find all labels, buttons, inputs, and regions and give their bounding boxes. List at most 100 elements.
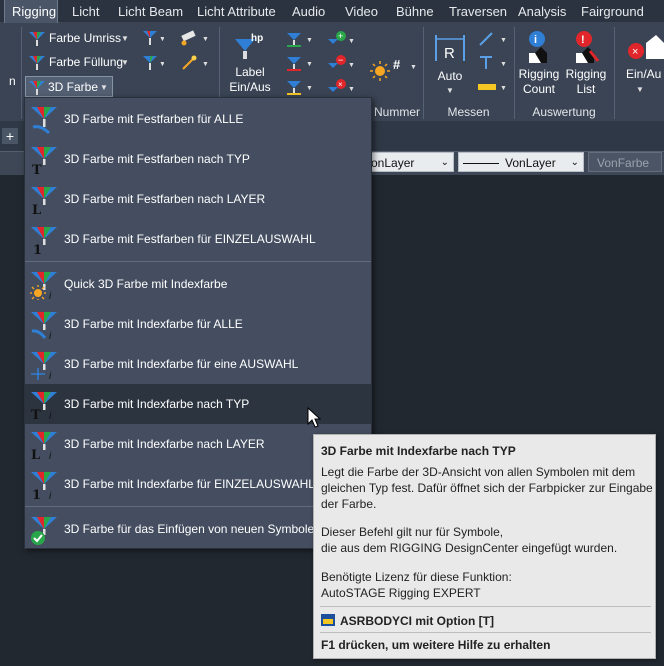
svg-text:▼: ▼	[202, 36, 209, 43]
ein-aus-button[interactable]: × Ein/Au ▼	[618, 27, 664, 101]
ribbon-separator	[614, 27, 615, 119]
tab-fairground[interactable]: Fairground	[581, 0, 644, 23]
small-tools-column-4: + ▼ − ▼ × ▼	[326, 27, 358, 101]
dropdown-arrow-icon: ▼	[636, 85, 644, 94]
label-icon: hp	[235, 33, 263, 59]
panel-label-auswertung: Auswertung	[515, 104, 613, 121]
color-type-icon: T	[31, 147, 57, 175]
chevron-down-icon: ⌄	[570, 157, 579, 168]
measure-tools-column: ▼ ▼ ▼	[476, 27, 510, 101]
measure-vertical-icon[interactable]: ▼	[476, 53, 510, 73]
svg-text:▼: ▼	[348, 86, 355, 93]
tab-audio[interactable]: Audio	[292, 0, 325, 23]
tab-licht-beam[interactable]: Licht Beam	[118, 0, 183, 23]
tab-analysis[interactable]: Analysis	[518, 0, 566, 23]
number-sun-icon[interactable]: # ▼	[368, 55, 420, 85]
layer-combo[interactable]: onLayer ⌄	[368, 152, 454, 172]
dropdown-arrow-icon: ▼	[446, 86, 454, 95]
svg-text:−: −	[338, 55, 343, 65]
tooltip-command: ASRBODYCI mit Option [T]	[340, 614, 494, 628]
add-number-icon[interactable]: +▼	[326, 29, 358, 49]
tooltip-divider	[320, 632, 651, 633]
mouse-cursor-icon	[307, 407, 321, 428]
tab-licht[interactable]: Licht	[72, 0, 99, 23]
tab-rigging[interactable]: Rigging	[4, 0, 58, 23]
tooltip-help: F1 drücken, um weitere Hilfe zu erhalten	[321, 638, 551, 652]
rigging-count-icon: i	[529, 31, 547, 63]
menu-item-festfarben-alle[interactable]: 3D Farbe mit Festfarben für ALLE	[25, 99, 371, 139]
measure-diagonal-icon[interactable]: ▼	[476, 29, 510, 49]
color-combo: VonFarbe	[588, 152, 662, 172]
linetype-combo[interactable]: VonLayer ⌄	[458, 152, 584, 172]
svg-text:i: i	[49, 291, 52, 300]
eraser-icon[interactable]: ▼	[178, 29, 210, 47]
svg-text:i: i	[49, 491, 52, 500]
menu-item-festfarben-typ[interactable]: T 3D Farbe mit Festfarben nach TYP	[25, 139, 371, 179]
tab-licht-attribute[interactable]: Licht Attribute	[197, 0, 276, 23]
delete-number-icon[interactable]: ×▼	[326, 77, 358, 97]
color-3d-icon	[29, 81, 45, 95]
menu-item-festfarben-einzelauswahl[interactable]: 1 3D Farbe mit Festfarben für EINZELAUSW…	[25, 219, 371, 259]
svg-text:T: T	[31, 408, 41, 420]
menu-item-quick-indexfarbe[interactable]: i Quick 3D Farbe mit Indexfarbe	[25, 264, 371, 304]
menu-item-indexfarbe-alle[interactable]: i 3D Farbe mit Indexfarbe für ALLE	[25, 304, 371, 344]
svg-text:#: #	[393, 57, 401, 72]
measure-r-icon: R	[435, 35, 465, 62]
color-label-icon[interactable]: ▼	[284, 77, 316, 97]
svg-text:▼: ▼	[500, 85, 507, 92]
tab-traversen[interactable]: Traversen	[449, 0, 507, 23]
menu-item-festfarben-layer[interactable]: L 3D Farbe mit Festfarben nach LAYER	[25, 179, 371, 219]
panel-label-nummer: Nummer	[372, 104, 422, 121]
menu-separator	[25, 261, 371, 262]
farbe-3d-button[interactable]: 3D Farbe ▼	[25, 76, 113, 97]
chevron-down-icon: ⌄	[440, 157, 449, 168]
small-tools-column-2: ▼ ▼	[178, 27, 210, 97]
svg-text:R: R	[444, 45, 455, 62]
svg-text:L: L	[31, 448, 40, 460]
color-label-icon[interactable]: ▼	[284, 53, 316, 73]
wand-icon[interactable]: ▼	[178, 54, 210, 72]
tab-buehne[interactable]: Bühne	[396, 0, 434, 23]
svg-text:▼: ▼	[306, 37, 313, 44]
farbe-fuellung-button[interactable]: Farbe Füllung ▼	[25, 52, 129, 72]
remove-number-icon[interactable]: −▼	[326, 53, 358, 73]
rigging-count-button[interactable]: i Rigging Count	[516, 27, 562, 101]
line-preview	[463, 163, 499, 165]
svg-text:×: ×	[632, 46, 638, 58]
tab-video[interactable]: Video	[345, 0, 378, 23]
color-outline-icon	[29, 32, 45, 46]
index-color-single-icon: 1i	[31, 472, 57, 500]
new-tab-plus-icon[interactable]: +	[2, 128, 18, 144]
svg-text:▼: ▼	[348, 62, 355, 69]
tooltip-license-label: Benötigte Lizenz für diese Funktion:	[321, 570, 512, 584]
rigging-list-button[interactable]: ! Rigging List	[563, 27, 609, 101]
svg-text:1: 1	[33, 243, 42, 255]
svg-text:▼: ▼	[202, 61, 209, 68]
color-tool-icon[interactable]: ▼	[140, 54, 164, 72]
svg-text:!: !	[581, 34, 585, 46]
farbe-umriss-button[interactable]: Farbe Umriss ▼	[25, 28, 129, 48]
measure-ruler-icon[interactable]: ▼	[476, 77, 510, 97]
index-color-layer-icon: Li	[31, 432, 57, 460]
svg-text:1: 1	[32, 488, 41, 500]
toggle-off-icon: ×	[628, 35, 664, 59]
svg-text:i: i	[49, 411, 52, 420]
color-tool-icon[interactable]: ▼	[140, 29, 164, 47]
index-color-select-icon: i	[31, 352, 57, 380]
tooltip-note-line: Dieser Befehl gilt nur für Symbole,	[321, 525, 504, 539]
color-label-icon[interactable]: ▼	[284, 29, 316, 49]
svg-text:▼: ▼	[306, 61, 313, 68]
tooltip-desc-line: Legt die Farbe der 3D-Ansicht von allen …	[321, 465, 636, 479]
color-all-arrow-icon	[31, 107, 57, 135]
small-tools-column-3: ▼ ▼ ▼	[284, 27, 316, 101]
svg-text:×: ×	[338, 80, 343, 89]
quick-color-sun-icon: i	[30, 272, 57, 300]
dropdown-arrow-icon: ▼	[121, 34, 129, 43]
svg-text:▼: ▼	[348, 38, 355, 45]
tooltip-license-value: AutoSTAGE Rigging EXPERT	[321, 586, 481, 600]
auto-measure-button[interactable]: R Auto ▼	[428, 27, 472, 101]
svg-text:i: i	[49, 451, 52, 460]
svg-text:i: i	[534, 34, 537, 46]
label-ein-aus-button[interactable]: hp Label Ein/Aus ▼	[225, 27, 275, 104]
menu-item-indexfarbe-auswahl[interactable]: i 3D Farbe mit Indexfarbe für eine AUSWA…	[25, 344, 371, 384]
